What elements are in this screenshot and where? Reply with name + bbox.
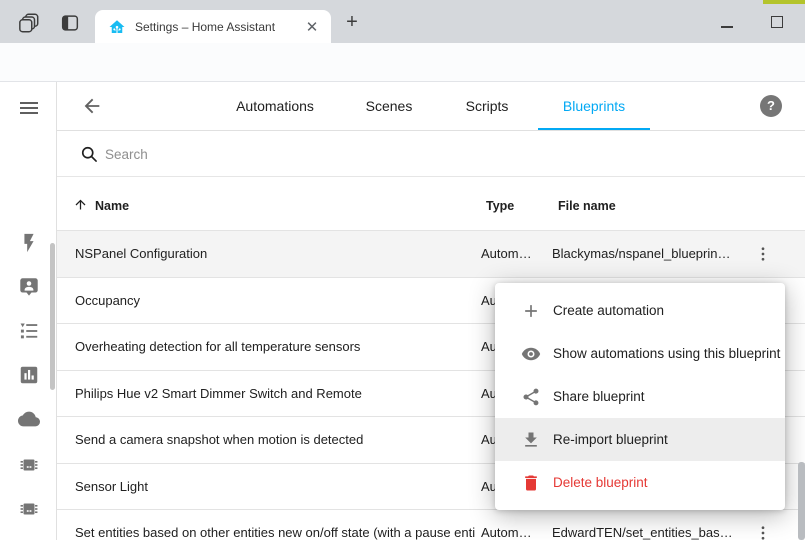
menu-item-label: Share blueprint (553, 389, 645, 404)
row-name: Send a camera snapshot when motion is de… (75, 417, 363, 464)
home-assistant-favicon (108, 18, 126, 36)
background-accent-strip (763, 0, 805, 4)
eye-icon (521, 344, 541, 364)
browser-tab-title: Settings – Home Assistant (135, 20, 303, 34)
share-icon (521, 387, 541, 407)
row-name: Set entities based on other entities new… (75, 510, 475, 540)
row-type: Autom… (481, 231, 532, 278)
tab-scenes[interactable]: Scenes (366, 98, 413, 114)
menu-item-label: Re-import blueprint (553, 432, 668, 447)
row-name: NSPanel Configuration (75, 231, 207, 278)
workspaces-icon[interactable] (59, 12, 81, 34)
tab-blueprints[interactable]: Blueprints (563, 98, 625, 114)
trash-icon (521, 473, 541, 493)
row-name: Overheating detection for all temperatur… (75, 324, 360, 371)
sidebar-chip-icon-2[interactable] (18, 498, 40, 520)
help-button[interactable]: ? (760, 95, 782, 117)
menu-hamburger-icon[interactable] (17, 96, 39, 118)
ha-back-icon[interactable] (81, 95, 103, 117)
row-name: Sensor Light (75, 464, 148, 511)
row-name: Philips Hue v2 Smart Dimmer Switch and R… (75, 371, 362, 418)
window-minimize-button[interactable] (721, 26, 733, 28)
sidebar-chip-icon-1[interactable] (18, 454, 40, 476)
tab-automations[interactable]: Automations (236, 98, 314, 114)
menu-item-show-automations[interactable]: Show automations using this blueprint (495, 332, 785, 375)
search-icon (79, 144, 99, 164)
column-header-type[interactable]: Type (486, 177, 514, 231)
sidebar-scrollbar-thumb[interactable] (50, 243, 55, 390)
browser-titlebar: Settings – Home Assistant ✕ + (0, 0, 805, 43)
row-file: EdwardTEN/set_entities_bas… (552, 510, 733, 540)
tab-close-icon[interactable]: ✕ (303, 18, 321, 36)
column-header-name[interactable]: Name (95, 177, 129, 231)
active-tab-underline (538, 128, 650, 131)
sidebar-history-chart-icon[interactable] (18, 364, 40, 386)
table-row[interactable]: NSPanel Configuration Autom… Blackymas/n… (57, 231, 805, 278)
menu-item-create-automation[interactable]: Create automation (495, 289, 785, 332)
blueprint-context-menu: Create automation Show automations using… (495, 283, 785, 510)
browser-tab[interactable]: Settings – Home Assistant ✕ (95, 10, 331, 43)
table-row[interactable]: Set entities based on other entities new… (57, 510, 805, 540)
ha-app-header: Automations Scenes Scripts Blueprints ? (57, 82, 805, 131)
browser-toolbar: Not secure homeassistant.local :8123/… A (0, 43, 805, 82)
page-scrollbar-thumb[interactable] (798, 462, 805, 540)
row-overflow-menu-icon[interactable] (754, 524, 772, 540)
menu-item-share-blueprint[interactable]: Share blueprint (495, 375, 785, 418)
column-header-file[interactable]: File name (558, 177, 616, 231)
download-icon (521, 430, 541, 450)
row-overflow-menu-icon[interactable] (754, 245, 772, 263)
menu-item-label: Delete blueprint (553, 475, 648, 490)
browser-window: Settings – Home Assistant ✕ + Not secure… (0, 0, 805, 540)
row-name: Occupancy (75, 278, 140, 325)
new-tab-button[interactable]: + (341, 12, 363, 34)
table-header: Name Type File name (57, 177, 805, 231)
window-maximize-button[interactable] (771, 16, 783, 28)
sort-ascending-icon[interactable] (73, 197, 88, 212)
row-type: Autom… (481, 510, 532, 540)
menu-item-reimport-blueprint[interactable]: Re-import blueprint (495, 418, 785, 461)
sidebar-voice-assistant-icon[interactable] (18, 276, 40, 298)
menu-item-label: Show automations using this blueprint (553, 346, 780, 361)
sidebar-energy-icon[interactable] (18, 232, 40, 254)
row-file: Blackymas/nspanel_blueprin… (552, 231, 730, 278)
sidebar-todo-list-icon[interactable] (18, 320, 40, 342)
menu-item-delete-blueprint[interactable]: Delete blueprint (495, 461, 785, 504)
tab-stacks-icon[interactable] (18, 12, 40, 34)
tab-scripts[interactable]: Scripts (466, 98, 509, 114)
sidebar-cloud-icon[interactable] (18, 408, 40, 430)
search-bar (57, 131, 805, 177)
search-input[interactable] (105, 131, 745, 177)
plus-icon (521, 301, 541, 321)
menu-item-label: Create automation (553, 303, 664, 318)
ha-sidebar (0, 82, 57, 540)
